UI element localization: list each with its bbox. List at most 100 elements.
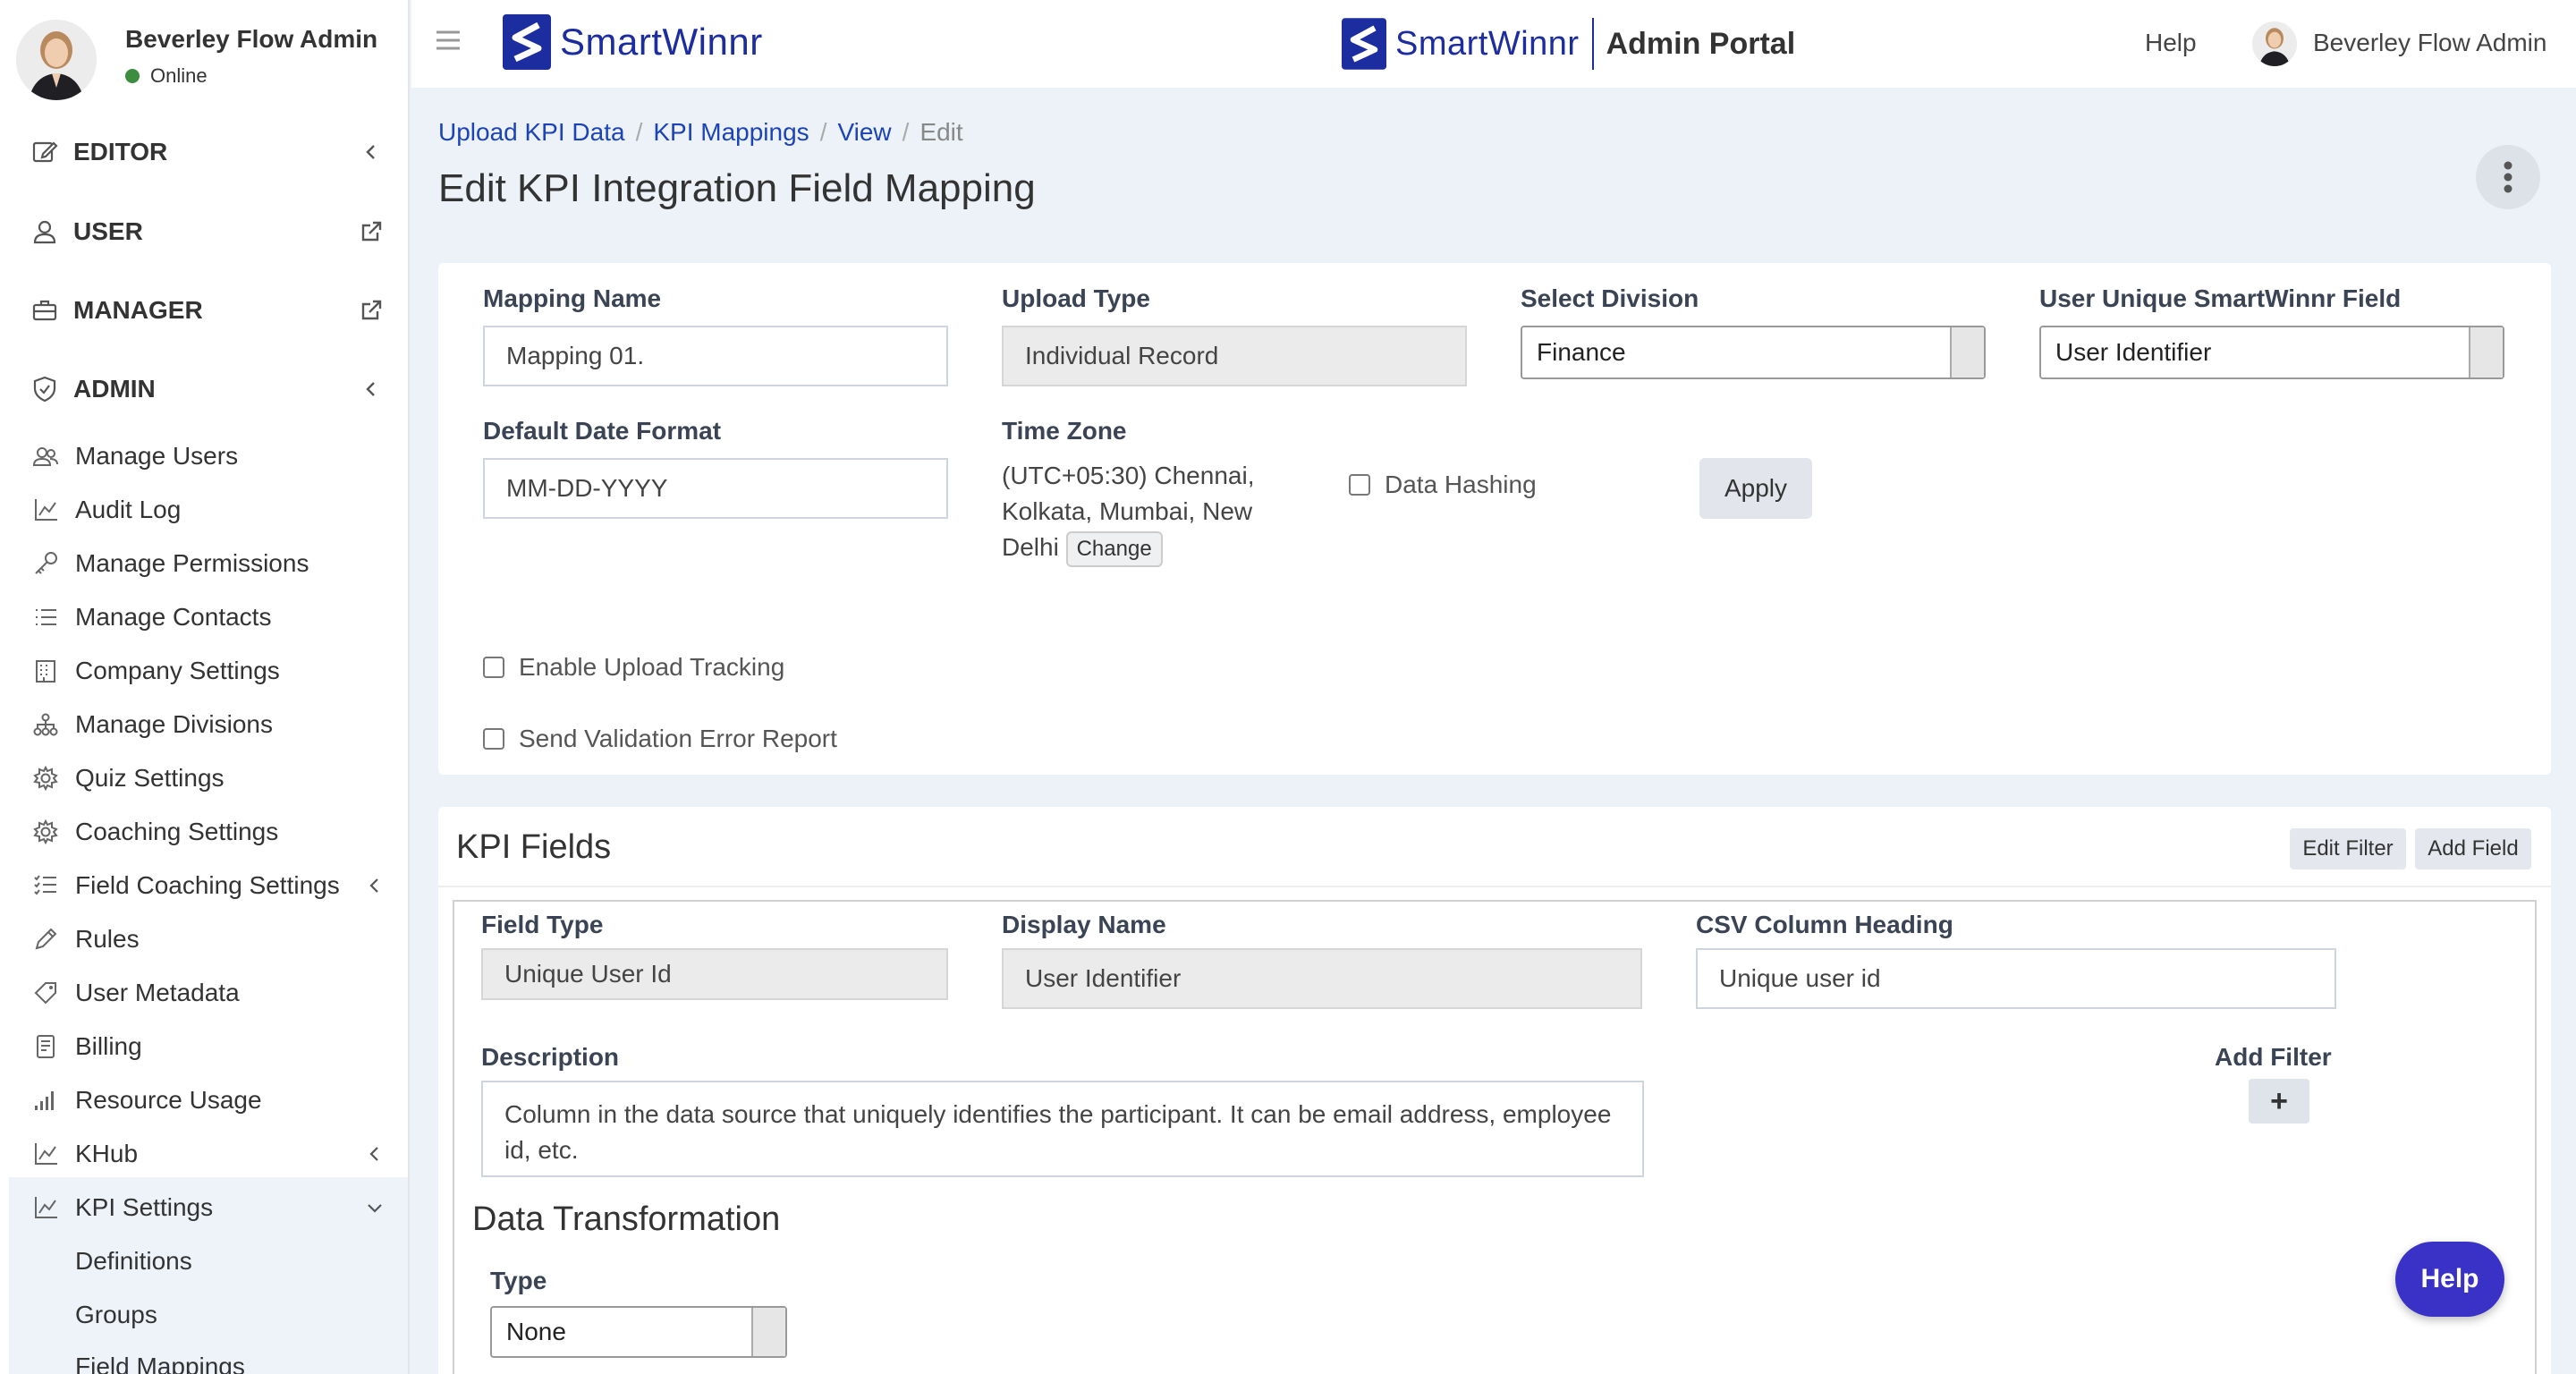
apply-button[interactable]: Apply — [1699, 458, 1812, 519]
sidebar-item-manage-permissions[interactable]: Manage Permissions — [32, 546, 386, 581]
sidebar-item-label: Resource Usage — [75, 1086, 262, 1114]
chart-line-icon — [35, 499, 57, 521]
online-dot-icon — [125, 69, 140, 83]
chevron-left-icon — [369, 1147, 378, 1161]
sidebar-section-user[interactable]: USER — [30, 214, 385, 250]
help-link[interactable]: Help — [2145, 29, 2197, 57]
hamburger-menu-icon[interactable] — [436, 30, 460, 50]
data-hashing-label: Data Hashing — [1385, 471, 1537, 498]
sidebar-section-editor[interactable]: EDITOR — [30, 134, 385, 170]
user-avatar — [16, 20, 97, 100]
sidebar-section-label: MANAGER — [73, 296, 203, 324]
smartwinnr-logo-icon — [1342, 18, 1386, 70]
hierarchy-icon — [33, 713, 58, 736]
breadcrumb-view[interactable]: View — [837, 118, 891, 147]
header-avatar[interactable] — [2252, 21, 2297, 66]
key-icon — [35, 552, 57, 574]
sidebar-item-label: Manage Permissions — [75, 549, 309, 577]
sidebar-item-user-metadata[interactable]: User Metadata — [32, 975, 386, 1011]
kpi-fields-card: KPI Fields Edit Filter Add Field Field T… — [438, 807, 2551, 1374]
breadcrumb-upload-kpi-data[interactable]: Upload KPI Data — [438, 118, 625, 147]
field-type-input: Unique User Id — [481, 948, 948, 1000]
top-bar: SmartWinnr SmartWinnr Admin Portal Help … — [411, 0, 2576, 88]
sidebar-subitem-groups[interactable]: Groups — [75, 1301, 157, 1329]
help-floating-button[interactable]: Help — [2395, 1242, 2504, 1317]
chevron-left-icon — [366, 382, 375, 396]
sidebar-subitem-definitions[interactable]: Definitions — [75, 1247, 192, 1276]
description-textarea[interactable]: Column in the data source that uniquely … — [481, 1081, 1644, 1177]
validation-report-option[interactable]: Send Validation Error Report — [483, 725, 837, 753]
sidebar-item-label: KPI Settings — [75, 1193, 214, 1221]
sidebar-item-label: Coaching Settings — [75, 818, 279, 845]
unique-field-label: User Unique SmartWinnr Field — [2039, 284, 2402, 312]
external-link-icon — [361, 221, 382, 242]
upload-tracking-option[interactable]: Enable Upload Tracking — [483, 653, 784, 682]
chevron-left-icon — [369, 878, 378, 893]
chart-line-icon — [35, 1197, 57, 1218]
breadcrumb-kpi-mappings[interactable]: KPI Mappings — [653, 118, 809, 147]
unique-field-dropdown[interactable]: User Identifier — [2039, 326, 2504, 379]
validation-report-checkbox[interactable] — [483, 728, 504, 750]
csv-heading-input[interactable]: Unique user id — [1696, 948, 2336, 1009]
upload-tracking-checkbox[interactable] — [483, 657, 504, 678]
transformation-type-label: Type — [490, 1267, 547, 1294]
sidebar-item-resource-usage[interactable]: Resource Usage — [32, 1082, 386, 1118]
breadcrumb-separator: / — [819, 118, 827, 146]
sidebar-item-rules[interactable]: Rules — [32, 921, 386, 957]
more-options-button[interactable] — [2476, 145, 2540, 209]
date-format-input[interactable]: MM-DD-YYYY — [483, 458, 948, 519]
sidebar-item-manage-divisions[interactable]: Manage Divisions — [32, 707, 386, 742]
transformation-type-dropdown[interactable]: None — [490, 1306, 787, 1358]
kpi-fields-title: KPI Fields — [456, 828, 612, 866]
sidebar-item-label: Manage Contacts — [75, 603, 272, 631]
sidebar-item-label: User Metadata — [75, 979, 240, 1006]
sidebar-section-admin[interactable]: ADMIN — [30, 371, 385, 407]
building-icon — [36, 660, 55, 683]
upload-type-label: Upload Type — [1002, 284, 1150, 312]
sidebar-item-label: Manage Divisions — [75, 710, 273, 738]
sidebar-section-manager[interactable]: MANAGER — [30, 293, 385, 328]
sidebar-item-khub[interactable]: KHub — [32, 1136, 386, 1172]
sidebar-subitem-field-mappings[interactable]: Field Mappings — [75, 1353, 245, 1374]
data-hashing-option[interactable]: Data Hashing — [1349, 471, 1537, 499]
add-filter-button[interactable]: + — [2249, 1079, 2309, 1124]
transformation-type-value: None — [506, 1318, 566, 1345]
signal-bars-icon — [35, 1091, 54, 1110]
breadcrumb-separator: / — [635, 118, 643, 146]
sidebar-item-label: Manage Users — [75, 442, 239, 470]
status-text: Online — [150, 64, 208, 87]
description-label: Description — [481, 1043, 620, 1071]
portal-brand: SmartWinnr Admin Portal — [1342, 16, 1795, 72]
data-hashing-checkbox[interactable] — [1349, 474, 1370, 496]
upload-tracking-label: Enable Upload Tracking — [519, 653, 785, 681]
display-name-label: Display Name — [1002, 911, 1166, 938]
sidebar-item-coaching-settings[interactable]: Coaching Settings — [32, 814, 386, 850]
edit-filter-button[interactable]: Edit Filter — [2290, 828, 2406, 869]
breadcrumb: Upload KPI Data / KPI Mappings / View / … — [438, 118, 963, 147]
csv-heading-label: CSV Column Heading — [1696, 911, 1953, 938]
mapping-name-input[interactable]: Mapping 01. — [483, 326, 948, 386]
dropdown-arrow-icon — [1950, 327, 1984, 377]
header-user-name[interactable]: Beverley Flow Admin — [2313, 29, 2546, 57]
upload-type-input: Individual Record — [1002, 326, 1467, 386]
users-icon — [32, 447, 58, 466]
select-division-label: Select Division — [1521, 284, 1699, 312]
sidebar-item-quiz-settings[interactable]: Quiz Settings — [32, 760, 386, 796]
sidebar-item-billing[interactable]: Billing — [32, 1029, 386, 1064]
select-division-dropdown[interactable]: Finance — [1521, 326, 1986, 379]
mapping-name-label: Mapping Name — [483, 284, 662, 312]
chart-line-icon — [35, 1143, 57, 1165]
brand-logo-link[interactable]: SmartWinnr — [503, 14, 763, 70]
breadcrumb-current: Edit — [919, 118, 963, 146]
sidebar-item-audit-log[interactable]: Audit Log — [32, 492, 386, 528]
select-division-value: Finance — [1537, 338, 1626, 366]
sidebar-item-kpi-settings[interactable]: KPI Settings — [32, 1190, 386, 1226]
kpi-fields-header: KPI Fields Edit Filter Add Field — [438, 807, 2551, 887]
sidebar-item-company-settings[interactable]: Company Settings — [32, 653, 386, 689]
checklist-icon — [34, 875, 56, 895]
sidebar-item-manage-contacts[interactable]: Manage Contacts — [32, 599, 386, 635]
sidebar-item-field-coaching-settings[interactable]: Field Coaching Settings — [32, 868, 386, 903]
change-time-zone-button[interactable]: Change — [1065, 531, 1163, 567]
sidebar-item-manage-users[interactable]: Manage Users — [32, 438, 386, 474]
add-field-button[interactable]: Add Field — [2415, 828, 2531, 869]
